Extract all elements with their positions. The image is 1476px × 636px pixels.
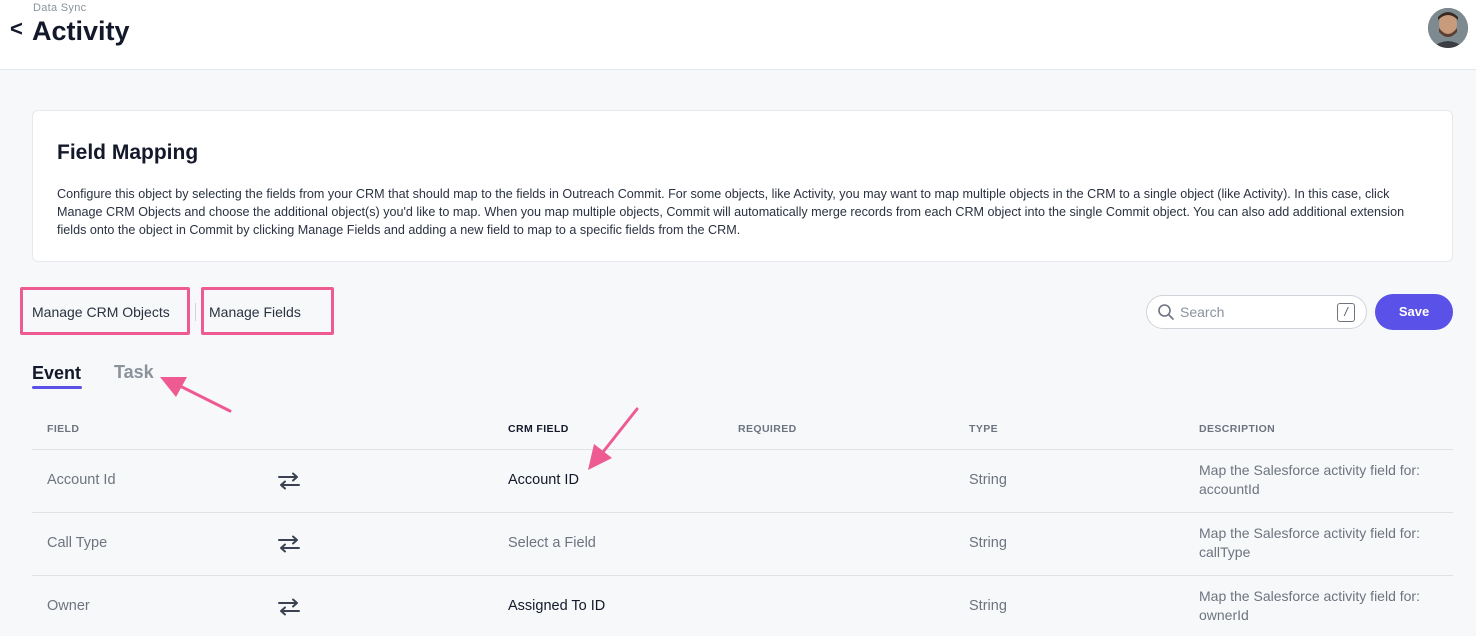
swap-arrows-icon[interactable] bbox=[277, 535, 301, 553]
breadcrumb[interactable]: Data Sync bbox=[33, 2, 86, 14]
field-mapping-card: Field Mapping Configure this object by s… bbox=[32, 110, 1453, 262]
column-header-crm-field: CRM FIELD bbox=[508, 423, 569, 435]
row-field-name: Owner bbox=[47, 598, 90, 614]
row-field-name: Account Id bbox=[47, 472, 116, 488]
card-description: Configure this object by selecting the f… bbox=[57, 187, 1405, 237]
annotation-arrow-task bbox=[160, 377, 232, 413]
active-tab-indicator bbox=[32, 386, 82, 389]
column-header-required: REQUIRED bbox=[738, 423, 797, 435]
annotation-arrow-crm-field bbox=[588, 407, 639, 470]
page-title: Activity bbox=[32, 16, 130, 46]
row-divider bbox=[32, 512, 1453, 513]
type-cell: String bbox=[969, 598, 1007, 614]
tab-event[interactable]: Event bbox=[32, 363, 81, 384]
column-header-field: FIELD bbox=[47, 423, 80, 435]
user-avatar[interactable] bbox=[1428, 8, 1468, 48]
description-cell: Map the Salesforce activity field for: o… bbox=[1199, 588, 1420, 623]
crm-field-select[interactable]: Select a Field bbox=[508, 535, 596, 551]
table-header-divider bbox=[32, 449, 1453, 450]
manage-crm-objects-button[interactable]: Manage CRM Objects bbox=[32, 304, 170, 320]
tab-task[interactable]: Task bbox=[114, 362, 154, 383]
toolbar-divider bbox=[195, 303, 196, 321]
type-cell: String bbox=[969, 535, 1007, 551]
search-placeholder: Search bbox=[1180, 304, 1225, 320]
row-divider bbox=[32, 575, 1453, 576]
row-field-name: Call Type bbox=[47, 535, 108, 551]
back-chevron-icon[interactable]: < bbox=[10, 16, 23, 42]
description-cell: Map the Salesforce activity field for: c… bbox=[1199, 525, 1420, 560]
search-icon bbox=[1158, 304, 1174, 320]
search-input[interactable]: Search / bbox=[1146, 295, 1367, 329]
search-shortcut-key: / bbox=[1337, 303, 1355, 322]
card-title: Field Mapping bbox=[57, 141, 199, 164]
swap-arrows-icon[interactable] bbox=[277, 472, 301, 490]
top-bar: Data Sync < Activity bbox=[0, 0, 1476, 70]
type-cell: String bbox=[969, 472, 1007, 488]
swap-arrows-icon[interactable] bbox=[277, 598, 301, 616]
crm-field-select[interactable]: Assigned To ID bbox=[508, 598, 605, 614]
column-header-description: DESCRIPTION bbox=[1199, 423, 1276, 435]
crm-field-select[interactable]: Account ID bbox=[508, 472, 579, 488]
save-button[interactable]: Save bbox=[1375, 294, 1453, 330]
description-cell: Map the Salesforce activity field for: a… bbox=[1199, 462, 1420, 497]
manage-fields-button[interactable]: Manage Fields bbox=[209, 304, 301, 320]
column-header-type: TYPE bbox=[969, 423, 999, 435]
avatar-image bbox=[1428, 8, 1468, 48]
